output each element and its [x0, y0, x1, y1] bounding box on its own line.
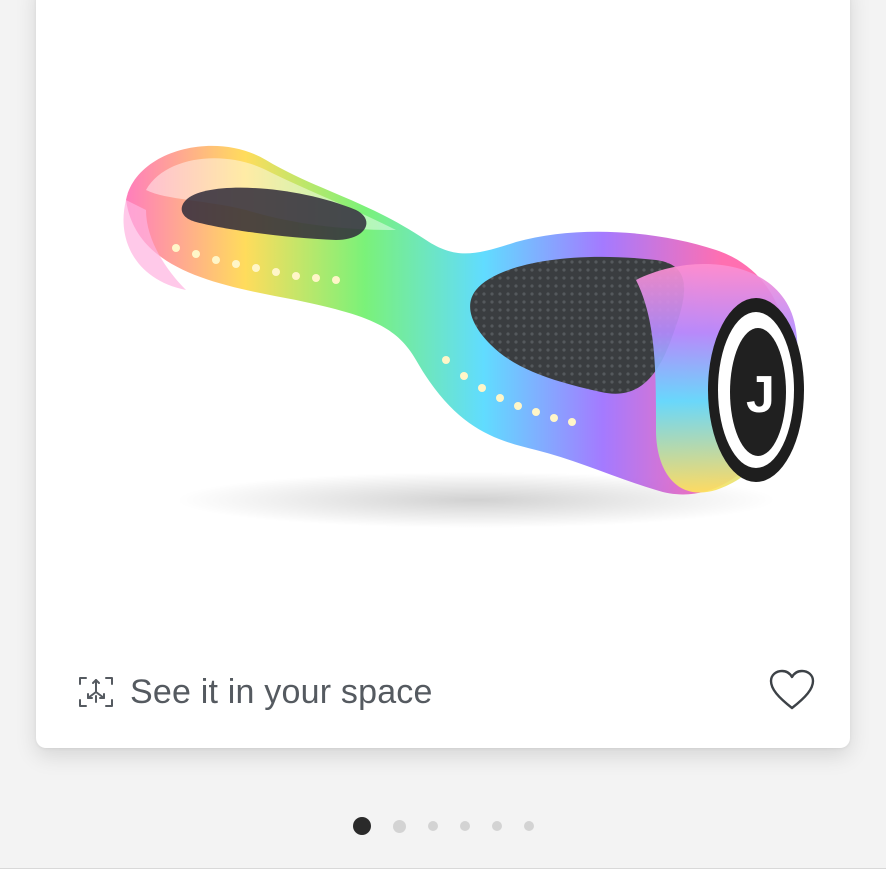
product-gallery: J See it in your space — [0, 0, 886, 886]
product-image-card[interactable]: J See it in your space — [36, 0, 850, 748]
carousel-dot-6[interactable] — [523, 821, 534, 831]
carousel-dot-4[interactable] — [459, 821, 470, 831]
svg-text:J: J — [746, 366, 775, 424]
ar-cube-icon — [76, 672, 116, 712]
carousel-dot-3[interactable] — [427, 821, 438, 831]
see-it-in-your-space-label: See it in your space — [130, 672, 433, 711]
carousel-dot-1[interactable] — [352, 817, 371, 835]
carousel-pagination — [0, 816, 886, 836]
product-image[interactable]: J — [96, 130, 816, 550]
see-it-in-your-space-button[interactable]: See it in your space — [76, 666, 433, 718]
favorite-button[interactable] — [766, 666, 818, 718]
carousel-dot-5[interactable] — [491, 821, 502, 831]
carousel-dot-2[interactable] — [392, 819, 406, 833]
below-fold-area — [0, 869, 886, 886]
heart-outline-icon — [768, 668, 816, 717]
